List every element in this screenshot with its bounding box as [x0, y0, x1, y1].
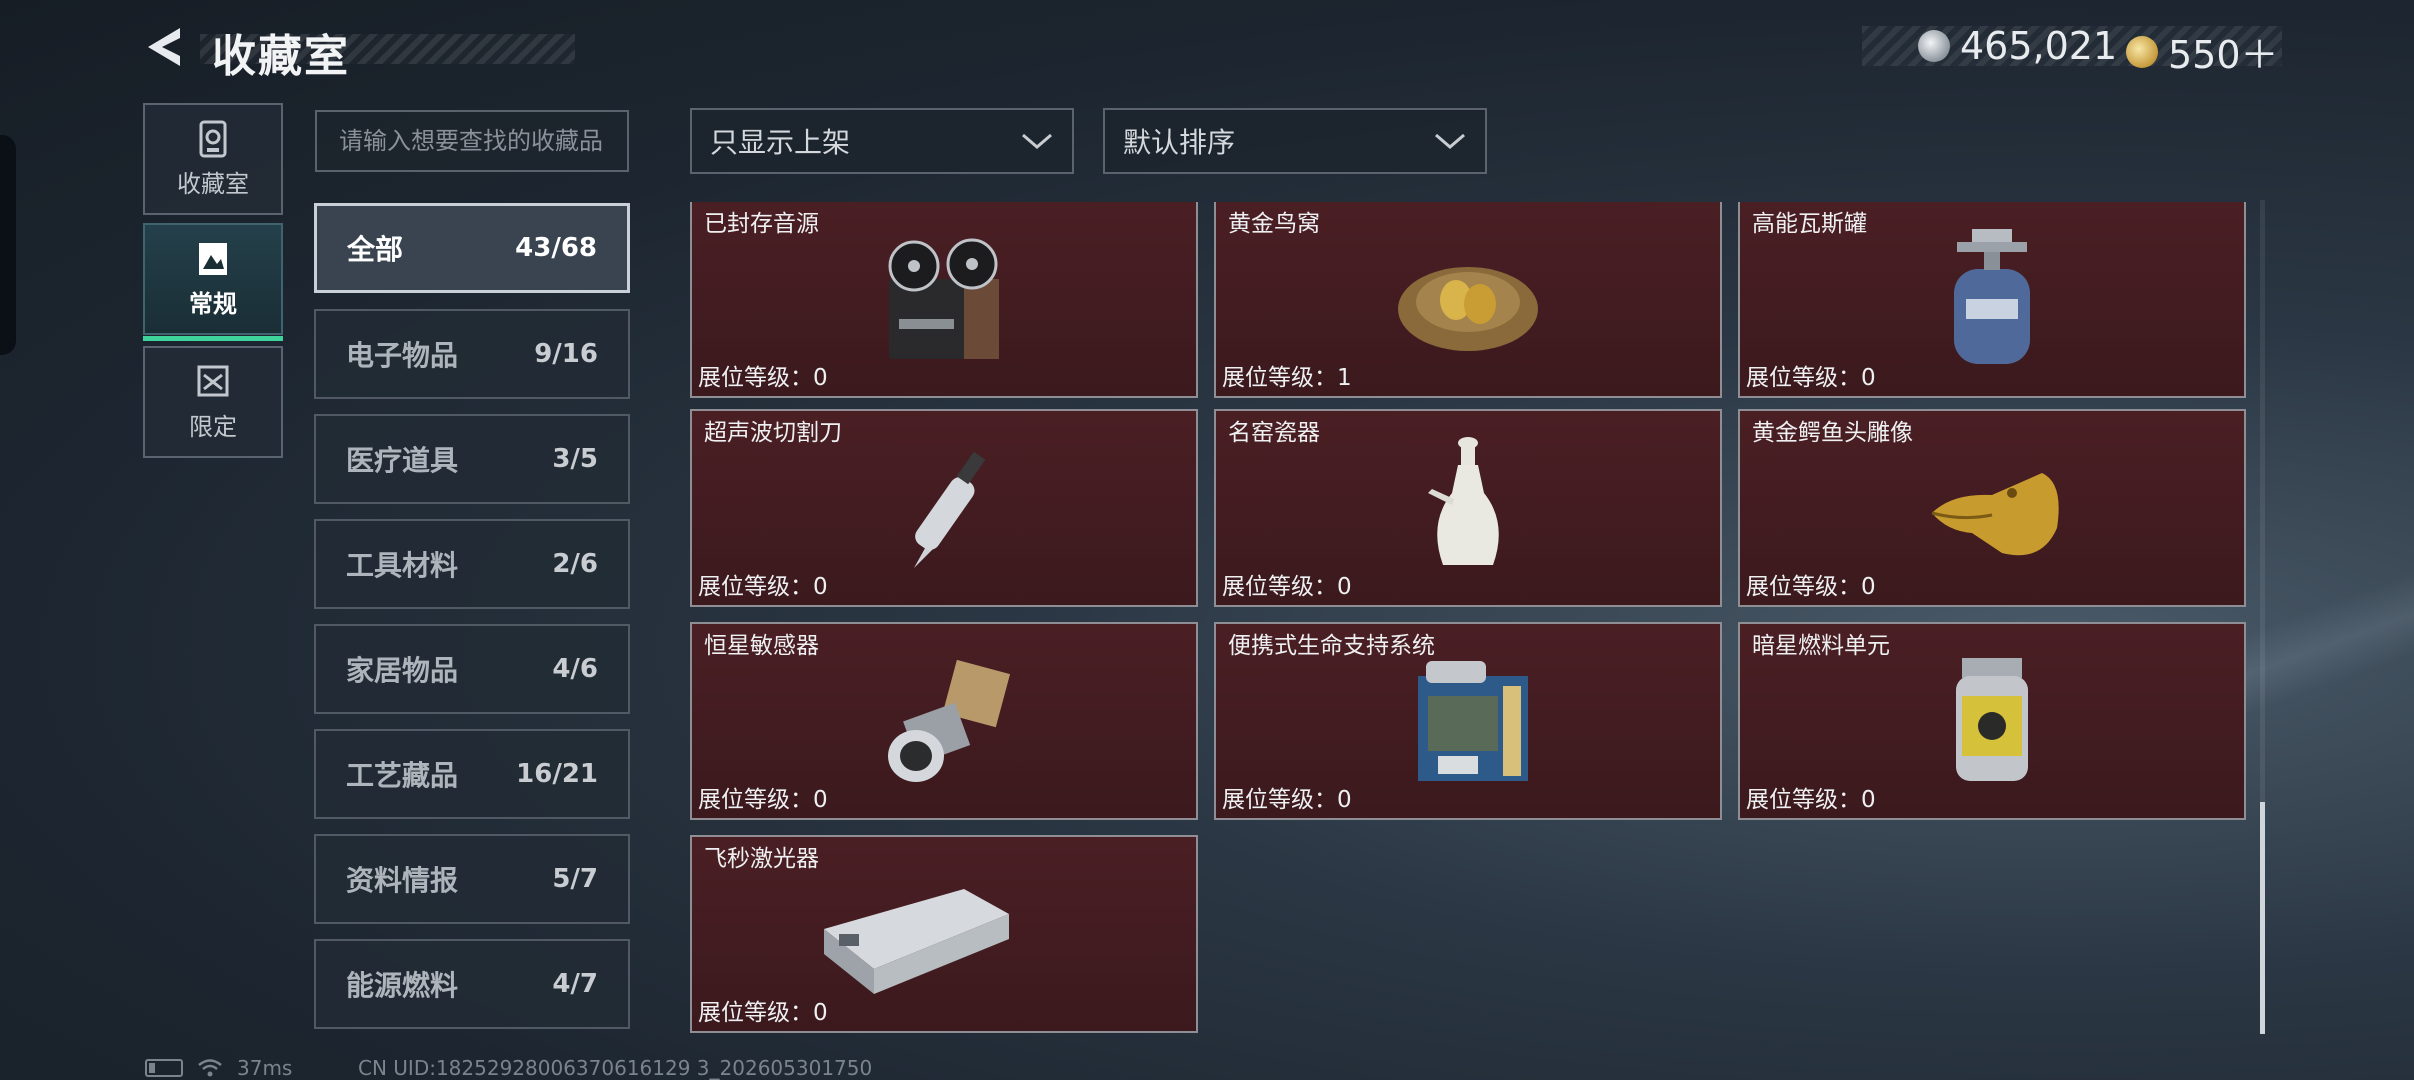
user-uid: CN UID:18252928006370616129 3_2026053017… [358, 1056, 873, 1080]
silver-coin-icon [1918, 30, 1950, 62]
item-card[interactable]: 便携式生命支持系统 展位等级：0 [1214, 622, 1722, 820]
currency-gold[interactable]: 550＋ [2126, 24, 2279, 79]
ping-value: 37ms [237, 1056, 293, 1080]
nav-label: 常规 [189, 289, 237, 318]
item-name: 黄金鳄鱼头雕像 [1752, 420, 1913, 446]
gas-canister-icon [1954, 229, 2030, 364]
category-count: 16/21 [516, 759, 598, 789]
tape-recorder-icon [888, 238, 999, 359]
category-medical[interactable]: 医疗道具 3/5 [314, 414, 630, 504]
item-name: 已封存音源 [704, 211, 819, 237]
category-count: 4/7 [552, 969, 598, 999]
category-count: 9/16 [534, 339, 598, 369]
gold-coin-icon [2126, 35, 2158, 68]
category-count: 2/6 [552, 549, 598, 579]
collection-grid: 已封存音源 展位等级：0 黄金鸟窝 展位等级：1 高能瓦斯罐 展位等级：0 超声… [690, 202, 2246, 1034]
category-label: 医疗道具 [346, 444, 459, 477]
category-all[interactable]: 全部 43/68 [314, 203, 630, 293]
item-name: 名窑瓷器 [1228, 420, 1320, 446]
ultrasonic-cutter-icon [914, 451, 986, 568]
picture-frame-icon [199, 242, 227, 275]
item-level: 展位等级：0 [1222, 574, 1352, 600]
category-crafts[interactable]: 工艺藏品 16/21 [314, 729, 630, 819]
category-label: 能源燃料 [346, 969, 459, 1002]
item-name: 超声波切割刀 [704, 420, 842, 446]
item-name: 高能瓦斯罐 [1752, 211, 1867, 237]
femtosecond-laser-icon [823, 889, 1009, 994]
show-filter-dropdown[interactable]: 只显示上架 [690, 108, 1074, 174]
item-level: 展位等级：0 [698, 787, 828, 813]
silver-amount: 465,021 [1960, 24, 2118, 68]
item-card[interactable]: 恒星敏感器 展位等级：0 [690, 622, 1198, 820]
dropdown-value: 默认排序 [1123, 126, 1236, 159]
item-card[interactable]: 暗星燃料单元 展位等级：0 [1738, 622, 2246, 820]
dark-star-fuel-cell-icon [1956, 658, 2028, 781]
item-card[interactable]: 黄金鸟窝 展位等级：1 [1214, 202, 1722, 398]
porcelain-vase-icon [1428, 437, 1499, 565]
item-level: 展位等级：1 [1222, 365, 1352, 391]
category-electronics[interactable]: 电子物品 9/16 [314, 309, 630, 399]
category-label: 电子物品 [346, 339, 459, 372]
item-name: 黄金鸟窝 [1228, 211, 1320, 237]
golden-nest-icon [1398, 267, 1538, 351]
gold-amount: 550＋ [2168, 33, 2279, 77]
chevron-down-icon [1022, 133, 1052, 149]
category-label: 家居物品 [346, 654, 459, 687]
chevron-down-icon [1435, 133, 1465, 149]
grid-scrollbar-thumb[interactable] [2260, 802, 2265, 1034]
category-fuel[interactable]: 能源燃料 4/7 [314, 939, 630, 1029]
item-card[interactable]: 黄金鳄鱼头雕像 展位等级：0 [1738, 409, 2246, 607]
dropdown-value: 只显示上架 [710, 126, 851, 159]
category-count: 3/5 [552, 444, 598, 474]
category-tools[interactable]: 工具材料 2/6 [314, 519, 630, 609]
sort-dropdown[interactable]: 默认排序 [1103, 108, 1487, 174]
collection-icon [199, 120, 227, 157]
nav-limited[interactable]: 限定 [143, 346, 283, 458]
item-level: 展位等级：0 [698, 1000, 828, 1026]
life-support-system-icon [1418, 661, 1528, 781]
wifi-icon [198, 1059, 222, 1077]
nav-label: 限定 [189, 412, 237, 441]
item-level: 展位等级：0 [1746, 787, 1876, 813]
device-status: 37ms [145, 1056, 292, 1080]
item-name: 暗星燃料单元 [1752, 633, 1890, 659]
item-card[interactable]: 超声波切割刀 展位等级：0 [690, 409, 1198, 607]
item-card[interactable]: 已封存音源 展位等级：0 [690, 202, 1198, 398]
item-level: 展位等级：0 [1222, 787, 1352, 813]
category-intel[interactable]: 资料情报 5/7 [314, 834, 630, 924]
item-card[interactable]: 飞秒激光器 展位等级：0 [690, 835, 1198, 1033]
item-card[interactable]: 高能瓦斯罐 展位等级：0 [1738, 202, 2246, 398]
item-level: 展位等级：0 [698, 365, 828, 391]
category-count: 5/7 [552, 864, 598, 894]
category-label: 全部 [347, 233, 404, 266]
item-level: 展位等级：0 [1746, 365, 1876, 391]
item-card[interactable]: 名窑瓷器 展位等级：0 [1214, 409, 1722, 607]
back-arrow-icon[interactable] [140, 22, 190, 72]
nav-collection[interactable]: 收藏室 [143, 103, 283, 215]
item-name: 恒星敏感器 [704, 633, 819, 659]
golden-crocodile-statue-icon [1931, 473, 2059, 556]
search-input[interactable] [315, 110, 629, 172]
edge-handle [0, 135, 16, 355]
item-level: 展位等级：0 [698, 574, 828, 600]
currency-silver: 465,021 [1918, 24, 2117, 68]
item-level: 展位等级：0 [1746, 574, 1876, 600]
star-sensor-icon [888, 659, 1011, 782]
category-label: 工具材料 [346, 549, 459, 582]
category-count: 4/6 [552, 654, 598, 684]
battery-icon [145, 1059, 183, 1077]
nav-label: 收藏室 [177, 169, 249, 198]
page-title: 收藏室 [212, 31, 350, 82]
category-label: 资料情报 [346, 864, 459, 897]
category-home[interactable]: 家居物品 4/6 [314, 624, 630, 714]
category-label: 工艺藏品 [346, 759, 459, 792]
nav-regular[interactable]: 常规 [143, 223, 283, 341]
category-count: 43/68 [515, 233, 597, 263]
limited-icon [197, 365, 229, 396]
